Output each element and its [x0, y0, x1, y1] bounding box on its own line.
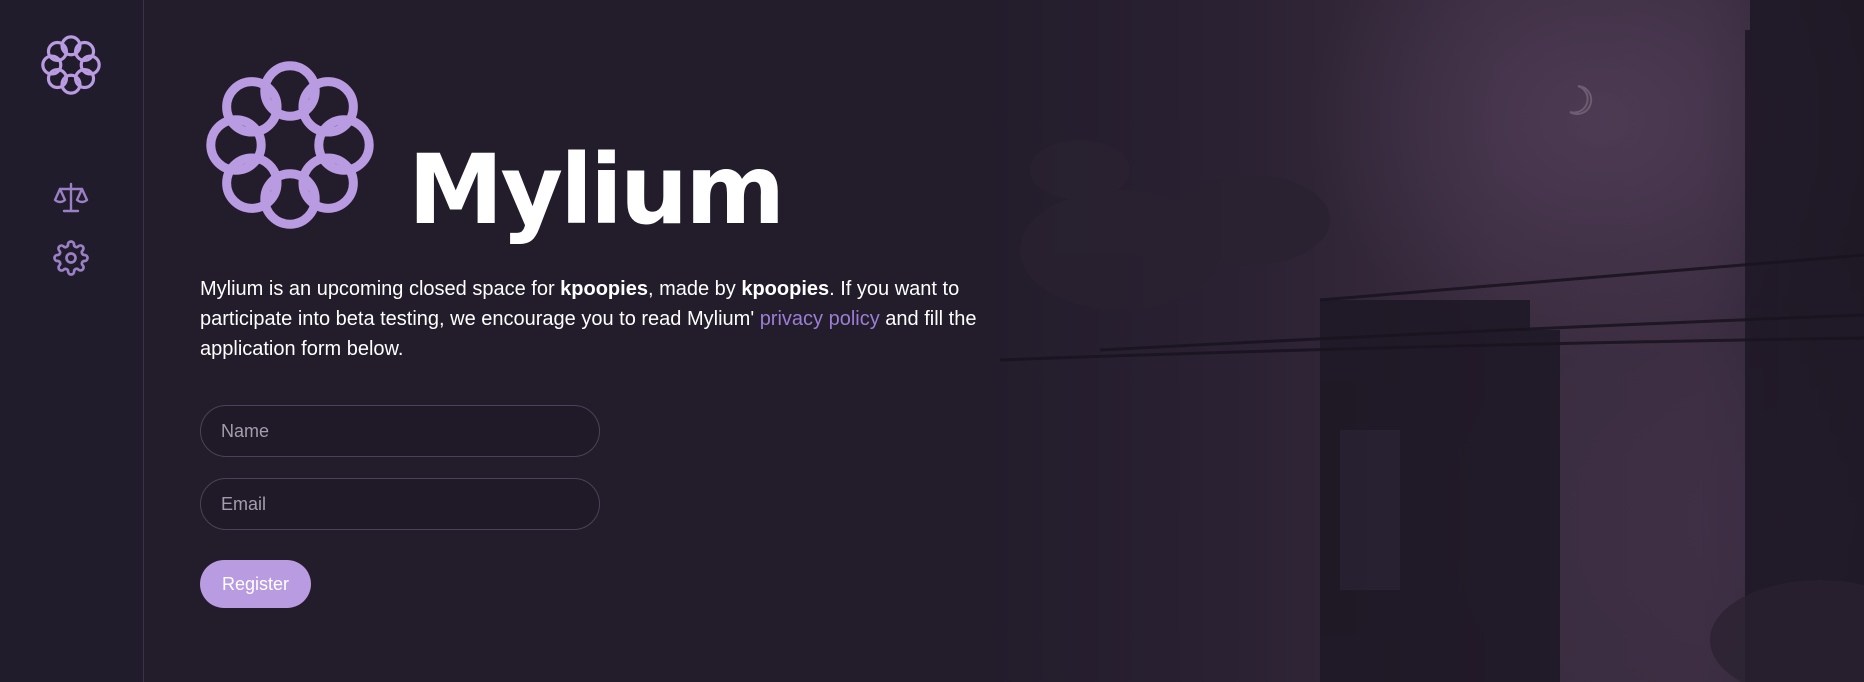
intro-text-part: , made by — [647, 278, 742, 300]
author-name: kpoopies — [560, 278, 648, 300]
privacy-policy-link[interactable]: privacy policy — [760, 308, 880, 330]
intro-text: Mylium is an upcoming closed space for k… — [200, 274, 1020, 364]
mylium-logo-icon — [200, 54, 380, 236]
mylium-logo-icon[interactable] — [39, 33, 103, 97]
name-input[interactable] — [200, 405, 600, 457]
scale-icon[interactable] — [53, 180, 89, 216]
email-input[interactable] — [200, 478, 600, 530]
sidebar — [0, 0, 144, 682]
gear-icon[interactable] — [53, 240, 89, 276]
intro-text-part: Mylium is an upcoming closed space for — [200, 278, 561, 300]
register-button[interactable]: Register — [200, 560, 311, 608]
page: Mylium Mylium is an upcoming closed spac… — [0, 0, 1864, 682]
author-name: kpoopies — [741, 278, 830, 300]
brand-wordmark: Mylium — [408, 134, 785, 246]
